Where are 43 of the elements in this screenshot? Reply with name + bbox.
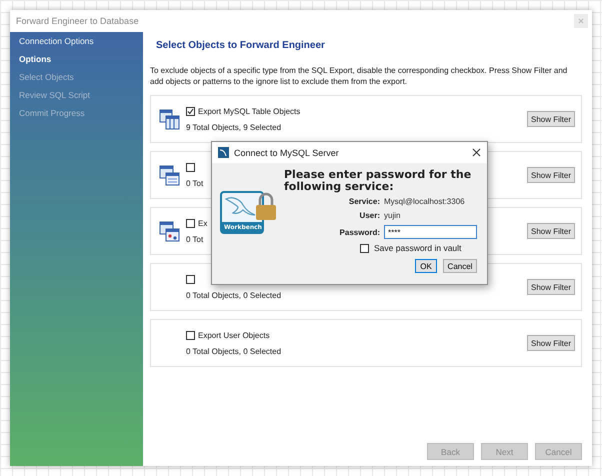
sidebar-item: Options	[18, 54, 52, 64]
view-objects-icon	[158, 164, 181, 186]
sidebar-item: Commit Progress	[18, 108, 86, 118]
window-title: Forward Engineer to Database	[16, 16, 139, 26]
object-count: 0 Total Objects, 0 Selected	[186, 347, 282, 356]
show-filter-button[interactable]: Show Filter	[527, 223, 575, 239]
show-filter-button[interactable]: Show Filter	[527, 167, 575, 183]
checkbox[interactable]	[186, 219, 195, 228]
object-count: 0 Total Objects, 0 Selected	[186, 291, 282, 300]
sidebar-item: Connection Options	[18, 36, 95, 46]
object-count: 9 Total Objects, 9 Selected	[186, 123, 282, 132]
checkbox[interactable]	[186, 275, 195, 284]
show-filter-button[interactable]: Show Filter	[527, 111, 575, 127]
checkbox-label: Save password in vault	[374, 243, 462, 253]
close-icon[interactable]	[472, 148, 481, 157]
dialog-message: Please enter password for the following service:	[284, 169, 472, 193]
sidebar-item: Review SQL Script	[18, 90, 92, 100]
show-filter-button[interactable]: Show Filter	[527, 279, 575, 295]
field-label: Service:	[348, 197, 380, 206]
dialog-title: Connect to MySQL Server	[234, 148, 340, 158]
object-count: 0 Tot	[186, 179, 204, 188]
checkbox[interactable]	[186, 107, 195, 116]
table-objects-icon	[158, 108, 181, 130]
checkbox[interactable]	[360, 244, 369, 252]
show-filter-button[interactable]: Show Filter	[527, 335, 575, 351]
checkbox-label: Export MySQL Table Objects	[198, 107, 300, 116]
checkbox-label: Ex	[198, 219, 208, 228]
app-icon	[218, 147, 229, 158]
description-text: To exclude objects of a specific type from the SQL Export, disable the corresponding checkbox. Press Show Filter and add objects or patterns to the ignore list to exclude them from the export.	[150, 65, 568, 87]
routine-objects-icon	[158, 220, 181, 242]
dialog-button[interactable]: OK	[415, 259, 437, 273]
checkbox-label: Export User Objects	[198, 331, 270, 340]
page-heading: Select Objects to Forward Engineer	[156, 40, 326, 51]
field-label: Password:	[338, 228, 380, 236]
field-label: User:	[358, 211, 380, 220]
password-field[interactable]: ****	[384, 225, 477, 239]
checkbox[interactable]	[186, 163, 195, 172]
field-value: Mysql@localhost:3306	[384, 197, 466, 206]
sidebar-item: Select Objects	[18, 72, 75, 82]
checkbox[interactable]	[186, 331, 195, 340]
field-value: yujin	[384, 211, 402, 220]
object-count: 0 Tot	[186, 235, 204, 244]
dialog-button[interactable]: Cancel	[443, 259, 477, 273]
